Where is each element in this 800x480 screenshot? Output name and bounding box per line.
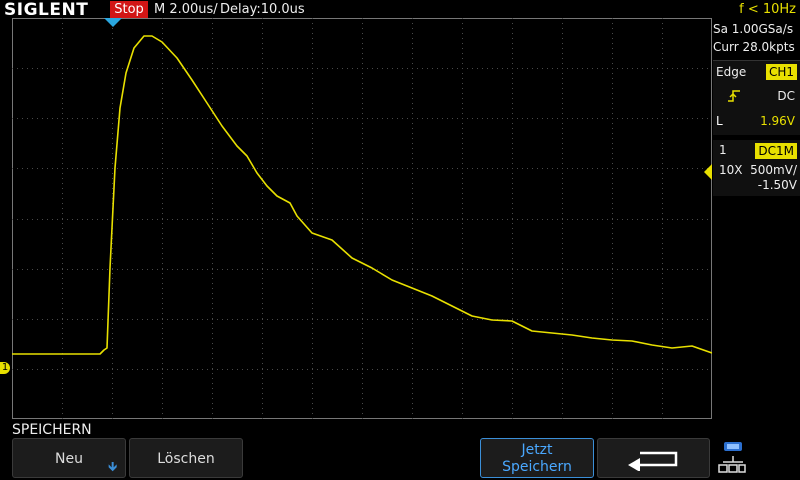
probe-attenuation: 10X [719, 163, 743, 177]
channel-number: 1 [719, 143, 727, 157]
save-now-button[interactable]: Jetzt Speichern [480, 438, 594, 478]
new-button[interactable]: Neu 🡻 [12, 438, 126, 478]
trigger-level-label: L [716, 114, 723, 128]
arrow-down-icon: 🡻 [108, 460, 118, 475]
rising-edge-icon [728, 90, 740, 102]
sample-rate: Sa 1.00GSa/s [713, 22, 794, 36]
save-now-button-label: Jetzt Speichern [502, 442, 572, 475]
delete-button-label: Löschen [157, 451, 215, 467]
trigger-level: 1.96V [760, 114, 795, 128]
back-button[interactable] [597, 438, 710, 478]
trigger-type: Edge [716, 65, 747, 79]
delete-button[interactable]: Löschen [129, 438, 243, 478]
channel1-panel[interactable]: 1 DC1M 10X 500mV/ -1.50V [713, 140, 800, 196]
trigger-level-arrow [704, 164, 712, 180]
run-stop-indicator[interactable]: Stop [110, 1, 148, 19]
channel1-ground-marker[interactable]: 1 [0, 362, 10, 374]
timebase-readout[interactable]: M 2.00us/ [154, 0, 218, 20]
brand-logo: SIGLENT [4, 0, 89, 20]
return-arrow-icon [627, 451, 677, 472]
memory-depth: Curr 28.0kpts [713, 40, 795, 54]
trigger-position-marker[interactable] [104, 18, 122, 28]
channel-coupling: DC1M [755, 143, 797, 159]
vertical-scale: 500mV/ [750, 163, 797, 177]
delay-readout[interactable]: Delay:10.0us [220, 0, 305, 20]
vertical-offset: -1.50V [757, 178, 797, 192]
trigger-frequency: f < 10Hz [739, 2, 796, 17]
new-button-label: Neu [55, 451, 83, 467]
trigger-panel[interactable]: Edge CH1 DC L 1.96V [713, 60, 800, 135]
trigger-coupling: DC [777, 89, 795, 103]
trigger-source: CH1 [765, 64, 797, 80]
network-status-icon [718, 442, 746, 473]
menu-title: SPEICHERN [12, 422, 92, 438]
waveform-grid [12, 18, 712, 419]
status-bar: SIGLENT Stop M 2.00us/ Delay:10.0us f < … [0, 0, 800, 20]
